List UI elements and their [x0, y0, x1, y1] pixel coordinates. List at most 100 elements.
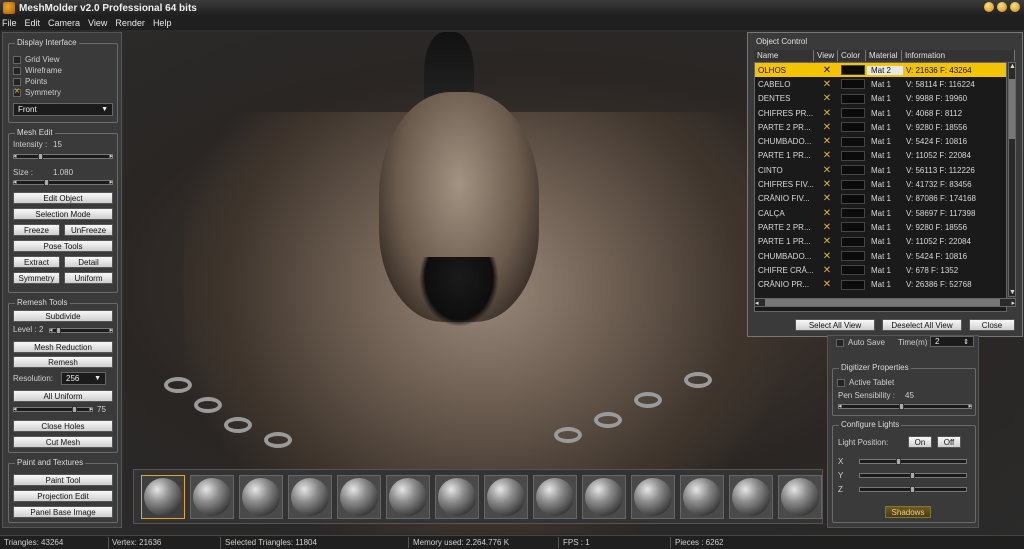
object-visibility-toggle[interactable]: ✕ — [815, 193, 839, 204]
object-visibility-toggle[interactable]: ✕ — [815, 136, 839, 147]
object-material[interactable]: Mat 1 — [867, 252, 903, 261]
active-tablet-checkbox[interactable] — [837, 378, 845, 387]
maximize-button[interactable] — [997, 2, 1007, 12]
object-color-swatch[interactable] — [839, 222, 867, 233]
object-row[interactable]: CRÂNIO PR... ✕ Mat 1 V: 26386 F: 52768 — [755, 277, 1006, 291]
object-material[interactable]: Mat 1 — [867, 194, 903, 203]
pen-sensibility-slider[interactable]: ◂ ▸ — [838, 403, 972, 410]
object-color-swatch[interactable] — [839, 208, 867, 219]
brush-slot[interactable] — [190, 474, 234, 519]
object-visibility-toggle[interactable]: ✕ — [815, 222, 839, 233]
paint-tool-button[interactable]: Paint Tool — [13, 474, 113, 486]
light-x-thumb[interactable] — [896, 458, 901, 465]
select-all-view-button[interactable]: Select All View — [795, 319, 875, 331]
brush-slot[interactable] — [778, 474, 822, 519]
edit-object-button[interactable]: Edit Object — [13, 192, 113, 204]
level-slider-thumb[interactable] — [56, 327, 61, 334]
light-z-thumb[interactable] — [910, 486, 915, 493]
object-row[interactable]: CINTO ✕ Mat 1 V: 56113 F: 112226 — [755, 163, 1006, 177]
object-material[interactable]: Mat 1 — [867, 80, 903, 89]
object-row[interactable]: CABELO ✕ Mat 1 V: 58114 F: 116224 — [755, 77, 1006, 91]
object-row[interactable]: PARTE 1 PR... ✕ Mat 1 V: 11052 F: 22084 — [755, 149, 1006, 163]
object-row[interactable]: PARTE 1 PR... ✕ Mat 1 V: 11052 F: 22084 — [755, 235, 1006, 249]
object-visibility-toggle[interactable]: ✕ — [815, 251, 839, 262]
object-material[interactable]: Mat 1 — [867, 266, 903, 275]
object-color-swatch[interactable] — [839, 179, 867, 190]
autosave-time-input[interactable]: 2 ⇕ — [930, 336, 974, 347]
object-material[interactable]: Mat 1 — [867, 123, 903, 132]
left-arrow-icon[interactable]: ◂ — [755, 299, 759, 307]
pose-tools-button[interactable]: Pose Tools — [13, 240, 113, 252]
brush-slot[interactable] — [141, 474, 185, 519]
symmetry-toggle[interactable]: Symmetry — [9, 86, 117, 98]
autosave-toggle[interactable]: Auto Save — [832, 337, 885, 348]
projection-edit-button[interactable]: Projection Edit — [13, 490, 113, 502]
object-color-swatch[interactable] — [839, 150, 867, 161]
level-slider[interactable]: ◂ ▸ — [49, 327, 113, 334]
object-visibility-toggle[interactable]: ✕ — [815, 79, 839, 90]
down-arrow-icon[interactable]: ▼ — [1009, 289, 1016, 296]
object-visibility-toggle[interactable]: ✕ — [815, 122, 839, 133]
object-color-swatch[interactable] — [839, 236, 867, 247]
object-color-swatch[interactable] — [839, 93, 867, 104]
grid-view-checkbox[interactable] — [13, 55, 21, 64]
menu-help[interactable]: Help — [153, 18, 172, 28]
object-row[interactable]: CRÂNIO FIV... ✕ Mat 1 V: 87086 F: 174168 — [755, 192, 1006, 206]
wireframe-toggle[interactable]: Wireframe — [9, 65, 117, 76]
brush-slot[interactable] — [533, 474, 577, 519]
column-name[interactable]: Name — [754, 50, 814, 61]
brush-slot[interactable] — [631, 474, 675, 519]
uniform-button[interactable]: Uniform — [64, 272, 113, 284]
object-color-swatch[interactable] — [839, 193, 867, 204]
close-object-control-button[interactable]: Close — [969, 319, 1015, 331]
wireframe-checkbox[interactable] — [13, 66, 21, 75]
light-y-thumb[interactable] — [910, 472, 915, 479]
light-y-slider[interactable] — [859, 472, 967, 479]
selection-mode-button[interactable]: Selection Mode — [13, 208, 113, 220]
brush-slot[interactable] — [729, 474, 773, 519]
object-color-swatch[interactable] — [839, 79, 867, 90]
object-visibility-toggle[interactable]: ✕ — [815, 150, 839, 161]
object-visibility-toggle[interactable]: ✕ — [815, 279, 839, 290]
light-z-slider[interactable] — [859, 486, 967, 493]
close-window-button[interactable] — [1010, 2, 1020, 12]
column-view[interactable]: View — [814, 50, 838, 61]
uniform-slider-thumb[interactable] — [72, 406, 77, 413]
object-material[interactable]: Mat 1 — [867, 280, 903, 289]
object-list-hscroll[interactable]: ◂ ▸ — [754, 298, 1016, 307]
light-x-slider[interactable] — [859, 458, 967, 465]
object-material[interactable]: Mat 1 — [867, 109, 903, 118]
deselect-all-view-button[interactable]: Deselect All View — [882, 319, 962, 331]
brush-slot[interactable] — [288, 474, 332, 519]
vscroll-thumb[interactable] — [1009, 79, 1015, 139]
right-arrow-icon[interactable]: ▸ — [1011, 299, 1015, 307]
size-slider[interactable]: ◂ ▸ — [13, 179, 113, 186]
brush-slot[interactable] — [386, 474, 430, 519]
detail-button[interactable]: Detail — [64, 256, 113, 268]
column-color[interactable]: Color — [838, 50, 866, 61]
brush-slot[interactable] — [239, 474, 283, 519]
hscroll-thumb[interactable] — [765, 299, 1000, 306]
object-color-swatch[interactable] — [839, 65, 867, 76]
object-visibility-toggle[interactable]: ✕ — [815, 208, 839, 219]
object-visibility-toggle[interactable]: ✕ — [815, 265, 839, 276]
object-list[interactable]: OLHOS ✕ Mat 2 V: 21636 F: 43264 CABELO ✕ Mat 1… — [754, 62, 1007, 312]
menu-edit[interactable]: Edit — [25, 18, 41, 28]
brush-slot[interactable] — [337, 474, 381, 519]
object-row[interactable]: PARTE 2 PR... ✕ Mat 1 V: 9280 F: 18556 — [755, 120, 1006, 134]
object-color-swatch[interactable] — [839, 136, 867, 147]
minimize-button[interactable] — [984, 2, 994, 12]
column-information[interactable]: Information — [902, 50, 1015, 61]
unfreeze-button[interactable]: UnFreeze — [64, 224, 113, 236]
mesh-reduction-button[interactable]: Mesh Reduction — [13, 341, 113, 353]
close-holes-button[interactable]: Close Holes — [13, 420, 113, 432]
column-material[interactable]: Material — [866, 50, 902, 61]
object-row[interactable]: CHIFRE CRÂ... ✕ Mat 1 V: 678 F: 1352 — [755, 263, 1006, 277]
object-row[interactable]: DENTES ✕ Mat 1 V: 9988 F: 19960 — [755, 92, 1006, 106]
brush-slot[interactable] — [435, 474, 479, 519]
intensity-slider-thumb[interactable] — [38, 153, 43, 160]
intensity-slider[interactable]: ◂ ▸ — [13, 153, 113, 160]
all-uniform-button[interactable]: All Uniform — [13, 390, 113, 402]
object-visibility-toggle[interactable]: ✕ — [815, 165, 839, 176]
symmetry-button[interactable]: Symmetry — [13, 272, 60, 284]
